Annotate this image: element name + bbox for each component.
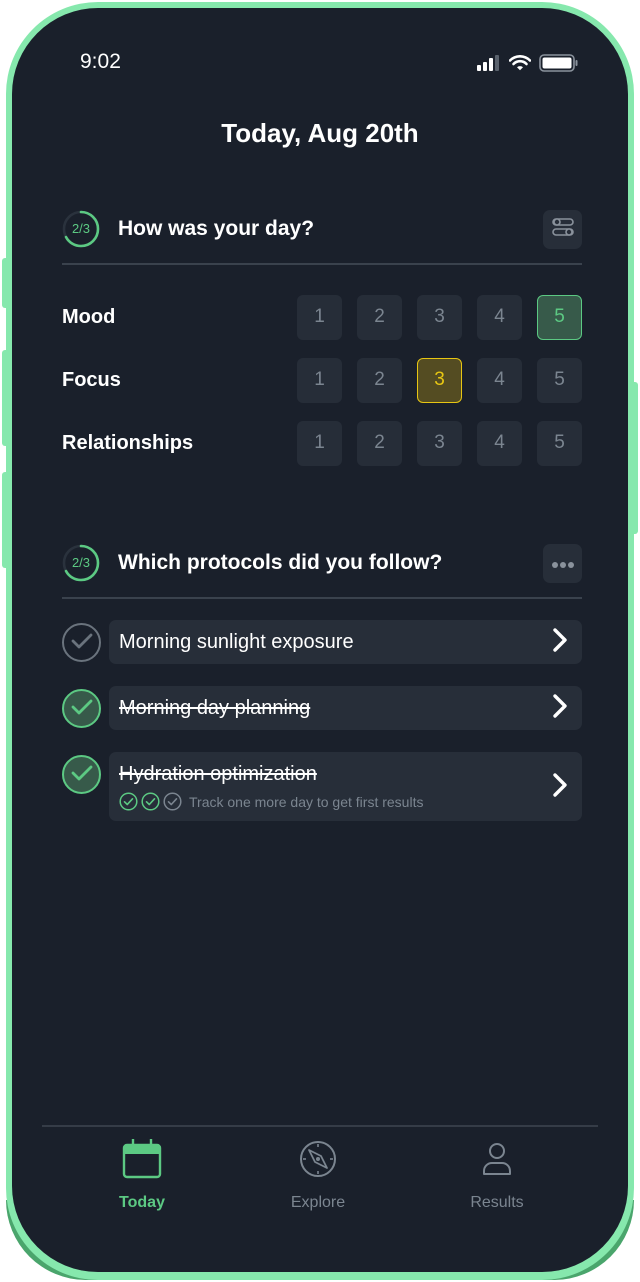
protocol-section-title: Which protocols did you follow? — [118, 551, 443, 574]
status-bar: 9:02 — [0, 0, 640, 110]
checkmark-icon — [71, 632, 93, 654]
protocol-section-divider — [62, 597, 582, 599]
day-progress-ring: 2/3 — [62, 210, 100, 248]
day-section-divider — [62, 263, 582, 265]
side-button-silent — [2, 258, 10, 308]
wifi-icon — [508, 55, 532, 75]
rating-option-3[interactable]: 3 — [417, 420, 462, 466]
checkmark-icon — [71, 764, 93, 786]
tab-bar-divider — [42, 1125, 598, 1127]
streak-day-done-icon — [141, 792, 160, 811]
day-settings-button[interactable] — [543, 209, 582, 249]
toggle-settings-icon — [551, 216, 574, 242]
user-icon — [481, 1142, 513, 1180]
rating-label: Mood — [62, 305, 116, 328]
rating-option-3[interactable]: 3 — [417, 357, 462, 403]
side-button-volume-up — [2, 350, 10, 446]
tab-label-results: Results — [470, 1194, 524, 1211]
side-button-power — [630, 382, 638, 534]
protocol-checkbox[interactable] — [62, 755, 101, 794]
rating-options: 12345 — [297, 357, 582, 403]
rating-option-1[interactable]: 1 — [297, 420, 342, 466]
chevron-right-icon — [552, 693, 568, 723]
streak-day-pending-icon — [163, 792, 182, 811]
rating-option-2[interactable]: 2 — [357, 357, 402, 403]
tab-today[interactable]: Today — [72, 1139, 212, 1212]
protocol-name: Morning sunlight exposure — [119, 631, 354, 653]
protocol-progress-ring: 2/3 — [62, 544, 100, 582]
more-dots-icon — [551, 554, 575, 573]
rating-row-focus: Focus 1 2 3 4 5 — [62, 357, 582, 403]
rating-option-2[interactable]: 2 — [357, 294, 402, 340]
tab-label-explore: Explore — [290, 1194, 346, 1211]
protocol-row: Morning day planning — [62, 686, 582, 730]
rating-label: Relationships — [62, 431, 194, 454]
protocol-more-button[interactable] — [543, 543, 582, 583]
status-time: 9:02 — [80, 50, 121, 73]
protocol-row: Morning sunlight exposure — [62, 620, 582, 664]
day-section-title: How was your day? — [118, 217, 315, 240]
rating-option-4[interactable]: 4 — [477, 294, 522, 340]
rating-options: 12345 — [297, 294, 582, 340]
rating-options: 12345 — [297, 420, 582, 466]
rating-option-5[interactable]: 5 — [537, 420, 582, 466]
rating-option-4[interactable]: 4 — [477, 420, 522, 466]
protocol-card[interactable]: Morning sunlight exposure — [109, 620, 582, 664]
day-section-header: 2/3 How was your day? — [62, 202, 582, 256]
protocol-progress-label: 2/3 — [71, 555, 91, 570]
status-icons — [477, 54, 579, 76]
rating-option-3[interactable]: 3 — [417, 294, 462, 340]
streak-day-done-icon — [119, 792, 138, 811]
rating-option-5[interactable]: 5 — [537, 294, 582, 340]
rating-row-relationships: Relationships 1 2 3 4 5 — [62, 420, 582, 466]
tab-results[interactable]: Results — [427, 1140, 567, 1212]
protocol-name: Morning day planning — [119, 697, 311, 719]
tab-label-today: Today — [119, 1194, 165, 1211]
protocol-checkbox[interactable] — [62, 689, 101, 728]
signal-icon — [477, 55, 501, 75]
tab-explore[interactable]: Explore — [248, 1140, 388, 1212]
protocol-name: Hydration optimization — [119, 763, 317, 785]
chevron-right-icon — [552, 627, 568, 657]
protocol-row: Hydration optimization Track one more day… — [62, 752, 582, 821]
battery-icon — [539, 54, 579, 76]
checkmark-icon — [71, 698, 93, 720]
rating-label: Focus — [62, 368, 121, 391]
rating-row-mood: Mood 1 2 3 4 5 — [62, 294, 582, 340]
protocol-checkbox[interactable] — [62, 623, 101, 662]
tab-bar: Today Explore Results — [0, 1130, 640, 1220]
day-progress-label: 2/3 — [71, 221, 91, 236]
protocol-card[interactable]: Morning day planning — [109, 686, 582, 730]
page-title: Today, Aug 20th — [221, 118, 419, 148]
side-button-volume-down — [2, 472, 10, 568]
compass-icon — [299, 1140, 337, 1182]
rating-option-1[interactable]: 1 — [297, 294, 342, 340]
rating-option-4[interactable]: 4 — [477, 357, 522, 403]
protocol-streak: Track one more day to get first results — [119, 792, 542, 811]
protocol-card[interactable]: Hydration optimization Track one more day… — [109, 752, 582, 821]
calendar-icon — [122, 1139, 162, 1183]
rating-option-2[interactable]: 2 — [357, 420, 402, 466]
chevron-right-icon — [552, 772, 568, 802]
rating-option-5[interactable]: 5 — [537, 357, 582, 403]
rating-option-1[interactable]: 1 — [297, 357, 342, 403]
protocol-section-header: 2/3 Which protocols did you follow? — [62, 536, 582, 590]
protocol-hint: Track one more day to get first results — [189, 793, 424, 810]
